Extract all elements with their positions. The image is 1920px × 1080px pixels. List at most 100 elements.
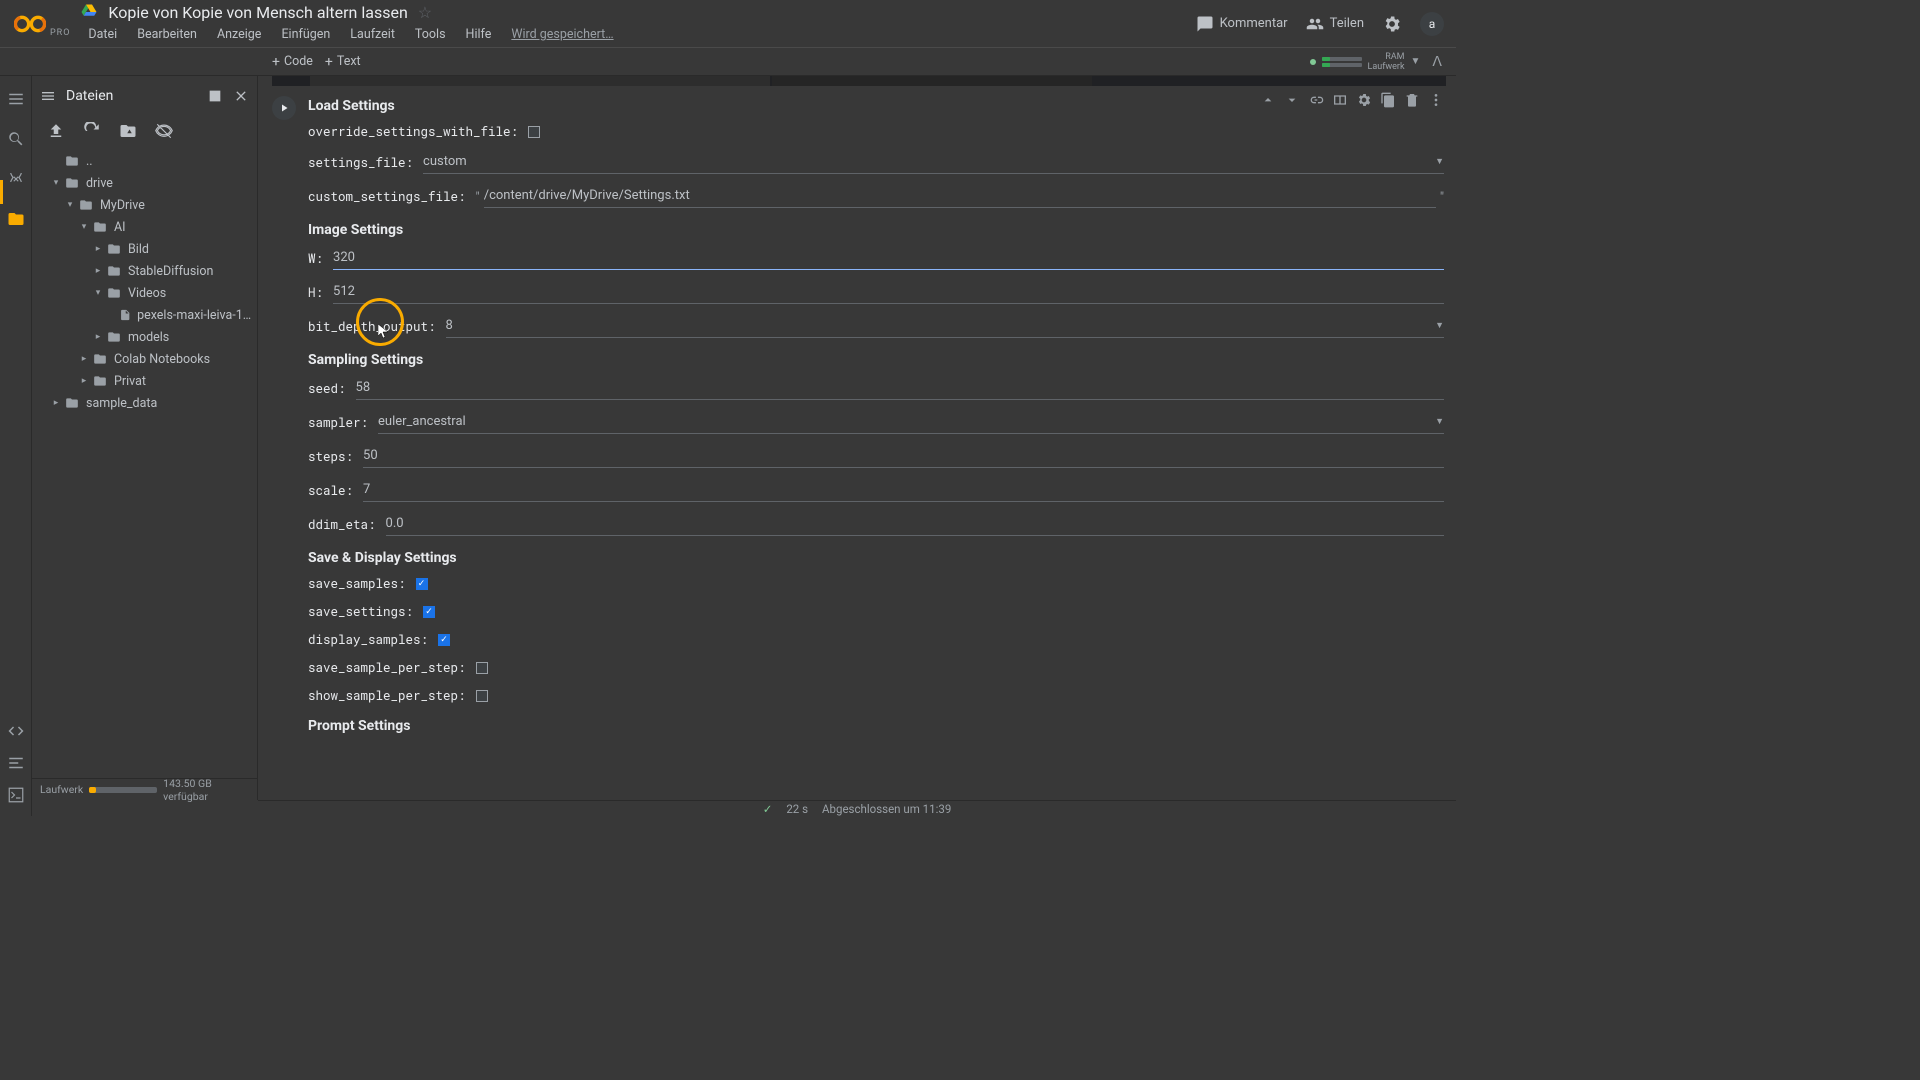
disk-bar [1322, 63, 1362, 67]
cell-settings-icon[interactable] [1356, 92, 1372, 108]
code-snippets-icon[interactable] [7, 722, 25, 740]
toc-icon[interactable] [7, 90, 25, 108]
terminal-icon[interactable] [7, 786, 25, 804]
sampler-label: sampler: [308, 415, 378, 431]
notebook-toolbar: +Code +Text RAMLaufwerk ▼ ᐱ [0, 48, 1456, 76]
steps-label: steps: [308, 449, 363, 465]
seed-input[interactable] [356, 378, 1444, 400]
close-icon[interactable] [233, 88, 249, 104]
w-input[interactable] [333, 248, 1444, 270]
collapse-icon[interactable]: ᐱ [1432, 54, 1442, 70]
image-settings-heading: Image Settings [308, 222, 1444, 238]
form-cell: Load Settings override_settings_with_fil… [272, 94, 1444, 734]
left-rail [0, 76, 32, 816]
upload-icon[interactable] [46, 122, 66, 140]
save-per-step-label: save_sample_per_step: [308, 660, 476, 676]
tree-ai[interactable]: ▾AI [36, 216, 257, 238]
user-avatar[interactable]: a [1420, 12, 1444, 36]
colab-logo [12, 6, 48, 42]
show-per-step-label: show_sample_per_step: [308, 688, 476, 704]
add-text-button[interactable]: +Text [325, 54, 361, 70]
menu-einfuegen[interactable]: Einfügen [273, 24, 338, 45]
tree-privat[interactable]: ▸Privat [36, 370, 257, 392]
w-label: W: [308, 251, 333, 267]
scale-input[interactable] [363, 480, 1444, 502]
refresh-icon[interactable] [82, 122, 102, 140]
move-down-icon[interactable] [1284, 92, 1300, 108]
menu-tools[interactable]: Tools [407, 24, 454, 45]
menu-anzeige[interactable]: Anzeige [209, 24, 269, 45]
tree-models[interactable]: ▸models [36, 326, 257, 348]
ddim-label: ddim_eta: [308, 517, 386, 533]
steps-input[interactable] [363, 446, 1444, 468]
star-icon[interactable]: ☆ [418, 3, 432, 22]
comment-button[interactable]: Kommentar [1196, 15, 1288, 33]
tree-videos[interactable]: ▾Videos [36, 282, 257, 304]
sidebar-menu-icon[interactable] [40, 88, 56, 104]
cell-toolbar [1260, 92, 1444, 108]
tree-sd[interactable]: ▸StableDiffusion [36, 260, 257, 282]
ddim-input[interactable] [386, 514, 1444, 536]
comment-label: Kommentar [1220, 16, 1288, 31]
sidebar-title: Dateien [66, 88, 197, 104]
check-icon: ✓ [763, 802, 773, 816]
save-samples-checkbox[interactable] [416, 578, 428, 590]
connection-dot-icon [1310, 59, 1316, 65]
save-samples-label: save_samples: [308, 576, 416, 592]
edit-icon[interactable] [1332, 92, 1348, 108]
resource-indicator[interactable]: RAMLaufwerk ▼ [1310, 52, 1421, 72]
tree-dots[interactable]: .. [36, 150, 257, 172]
override-checkbox[interactable] [528, 126, 540, 138]
h-label: H: [308, 285, 333, 301]
gear-icon[interactable] [1382, 14, 1402, 34]
exec-time: 22 s [786, 802, 808, 816]
menu-bar: Datei Bearbeiten Anzeige Einfügen Laufze… [80, 24, 1195, 45]
settings-file-label: settings_file: [308, 155, 423, 171]
disk-usage-bar [89, 787, 157, 793]
tree-bild[interactable]: ▸Bild [36, 238, 257, 260]
mirror-icon[interactable] [1380, 92, 1396, 108]
settings-file-select[interactable]: custom▼ [423, 152, 1444, 174]
variables-icon[interactable] [7, 170, 25, 188]
save-settings-label: save_settings: [308, 604, 423, 620]
tree-pexels[interactable]: pexels-maxi-leiva-1314… [36, 304, 257, 326]
share-button[interactable]: Teilen [1306, 15, 1364, 33]
link-icon[interactable] [1308, 92, 1324, 108]
mount-drive-icon[interactable] [118, 122, 138, 140]
prev-cell-strip [272, 76, 1446, 86]
menu-bearbeiten[interactable]: Bearbeiten [129, 24, 205, 45]
delete-icon[interactable] [1404, 92, 1420, 108]
tree-sampledata[interactable]: ▸sample_data [36, 392, 257, 414]
chevron-down-icon[interactable]: ▼ [1411, 56, 1421, 67]
command-palette-icon[interactable] [7, 754, 25, 772]
run-cell-button[interactable] [272, 96, 296, 120]
ram-bar [1322, 57, 1362, 61]
app-header: PRO Kopie von Kopie von Mensch altern la… [0, 0, 1456, 48]
show-per-step-checkbox[interactable] [476, 690, 488, 702]
tree-mydrive[interactable]: ▾MyDrive [36, 194, 257, 216]
files-icon[interactable] [7, 210, 25, 228]
tree-drive[interactable]: ▾drive [36, 172, 257, 194]
save-per-step-checkbox[interactable] [476, 662, 488, 674]
document-title[interactable]: Kopie von Kopie von Mensch altern lassen [108, 3, 407, 22]
menu-datei[interactable]: Datei [80, 24, 125, 45]
custom-file-input[interactable] [484, 186, 1436, 208]
add-code-button[interactable]: +Code [272, 54, 313, 70]
search-icon[interactable] [7, 130, 25, 148]
menu-laufzeit[interactable]: Laufzeit [342, 24, 403, 45]
h-input[interactable] [333, 282, 1444, 304]
hide-icon[interactable] [154, 122, 174, 140]
status-bar: ✓ 22 s Abgeschlossen um 11:39 [258, 800, 1456, 816]
new-window-icon[interactable] [207, 88, 223, 104]
more-icon[interactable] [1428, 92, 1444, 108]
menu-hilfe[interactable]: Hilfe [458, 24, 500, 45]
bitdepth-select[interactable]: 8▼ [446, 316, 1444, 338]
display-samples-checkbox[interactable] [438, 634, 450, 646]
move-up-icon[interactable] [1260, 92, 1276, 108]
active-tab-indicator [0, 180, 3, 204]
save-settings-checkbox[interactable] [423, 606, 435, 618]
tree-colabnb[interactable]: ▸Colab Notebooks [36, 348, 257, 370]
bitdepth-label: bit_depth_output: [308, 319, 446, 335]
pro-badge: PRO [50, 28, 70, 38]
sampler-select[interactable]: euler_ancestral▼ [378, 412, 1444, 434]
